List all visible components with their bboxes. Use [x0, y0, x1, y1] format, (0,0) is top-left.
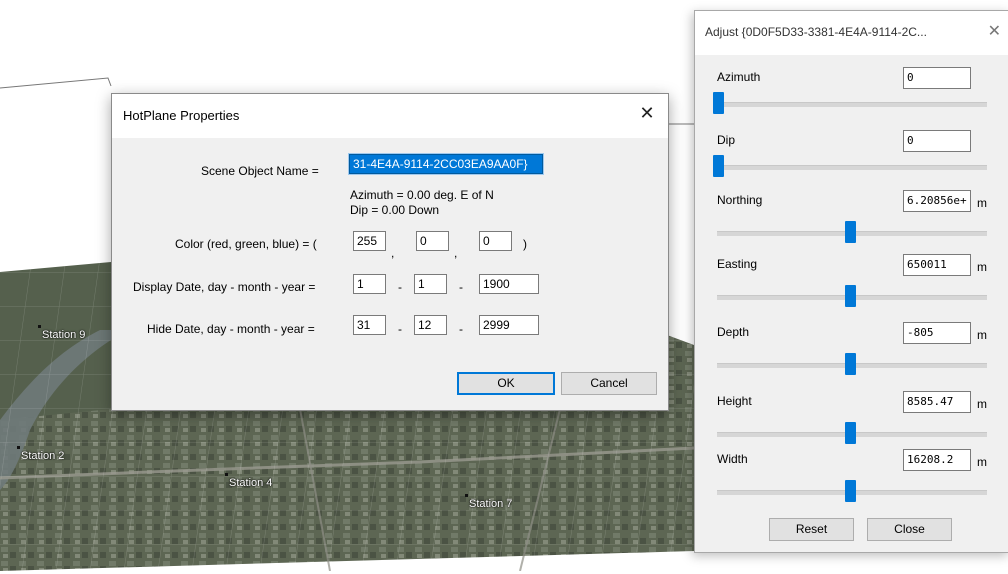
display-day-field[interactable]: 1	[353, 274, 386, 294]
adjust-slider-thumb[interactable]	[845, 221, 856, 243]
station-label: Station 7	[464, 494, 513, 510]
adjust-field-label: Northing	[717, 193, 763, 207]
adjust-field-input[interactable]: 6.20856e+	[903, 190, 971, 212]
color-green-field[interactable]: 0	[416, 231, 449, 251]
adjust-field-unit: m	[977, 455, 987, 469]
adjust-field-label: Dip	[717, 133, 736, 147]
adjust-field-label: Depth	[717, 325, 750, 339]
adjust-field-unit: m	[977, 196, 987, 210]
dialog-title: HotPlane Properties	[123, 108, 240, 123]
cancel-button[interactable]: Cancel	[561, 372, 657, 395]
color-red-field[interactable]: 255	[353, 231, 386, 251]
adjust-field-label: Easting	[717, 257, 758, 271]
display-month-field[interactable]: 1	[414, 274, 447, 294]
adjust-slider-thumb[interactable]	[845, 353, 856, 375]
adjust-field-label: Height	[717, 394, 752, 408]
adjust-slider-track[interactable]	[717, 102, 987, 107]
adjust-panel: Adjust {0D0F5D33-3381-4E4A-9114-2C... ✕ …	[694, 10, 1008, 553]
scene-object-name-label: Scene Object Name =	[201, 164, 319, 178]
hide-day-field[interactable]: 31	[353, 315, 386, 335]
display-date-label: Display Date, day - month - year =	[133, 280, 316, 294]
panel-titlebar[interactable]: Adjust {0D0F5D33-3381-4E4A-9114-2C... ✕	[695, 11, 1008, 55]
adjust-field-label: Azimuth	[717, 70, 761, 84]
adjust-field-input[interactable]: 650011	[903, 254, 971, 276]
close-icon[interactable]: ✕	[988, 21, 1001, 41]
color-close-paren: )	[523, 237, 527, 251]
station-label: Station 2	[16, 446, 65, 462]
close-icon[interactable]: ✕	[636, 102, 658, 124]
adjust-slider-thumb[interactable]	[845, 422, 856, 444]
adjust-slider-thumb[interactable]	[713, 92, 724, 114]
adjust-slider-thumb[interactable]	[845, 285, 856, 307]
adjust-slider-thumb[interactable]	[713, 155, 724, 177]
color-blue-field[interactable]: 0	[479, 231, 512, 251]
display-year-field[interactable]: 1900	[479, 274, 539, 294]
adjust-field-input[interactable]: 0	[903, 67, 971, 89]
adjust-slider-track[interactable]	[717, 165, 987, 170]
adjust-field-unit: m	[977, 397, 987, 411]
station-label: Station 4	[224, 473, 273, 489]
ok-button[interactable]: OK	[457, 372, 555, 395]
hide-date-label: Hide Date, day - month - year =	[147, 322, 315, 336]
hotplane-properties-dialog: HotPlane Properties ✕ Scene Object Name …	[111, 93, 669, 411]
station-label: Station 9	[37, 325, 86, 341]
adjust-field-label: Width	[717, 452, 748, 466]
adjust-field-unit: m	[977, 260, 987, 274]
adjust-field-input[interactable]: 8585.47	[903, 391, 971, 413]
scene-object-name-field[interactable]: 31-4E4A-9114-2CC03EA9AA0F}	[348, 153, 544, 175]
azimuth-info: Azimuth = 0.00 deg. E of N	[350, 188, 494, 202]
dip-info: Dip = 0.00 Down	[350, 203, 440, 217]
adjust-field-unit: m	[977, 328, 987, 342]
hide-month-field[interactable]: 12	[414, 315, 447, 335]
adjust-field-input[interactable]: 0	[903, 130, 971, 152]
color-label: Color (red, green, blue) = (	[175, 237, 317, 251]
close-button[interactable]: Close	[867, 518, 952, 541]
adjust-field-input[interactable]: -805	[903, 322, 971, 344]
adjust-slider-thumb[interactable]	[845, 480, 856, 502]
adjust-field-input[interactable]: 16208.2	[903, 449, 971, 471]
dialog-titlebar[interactable]: HotPlane Properties ✕	[112, 94, 668, 138]
hide-year-field[interactable]: 2999	[479, 315, 539, 335]
reset-button[interactable]: Reset	[769, 518, 854, 541]
panel-title: Adjust {0D0F5D33-3381-4E4A-9114-2C...	[705, 25, 927, 39]
